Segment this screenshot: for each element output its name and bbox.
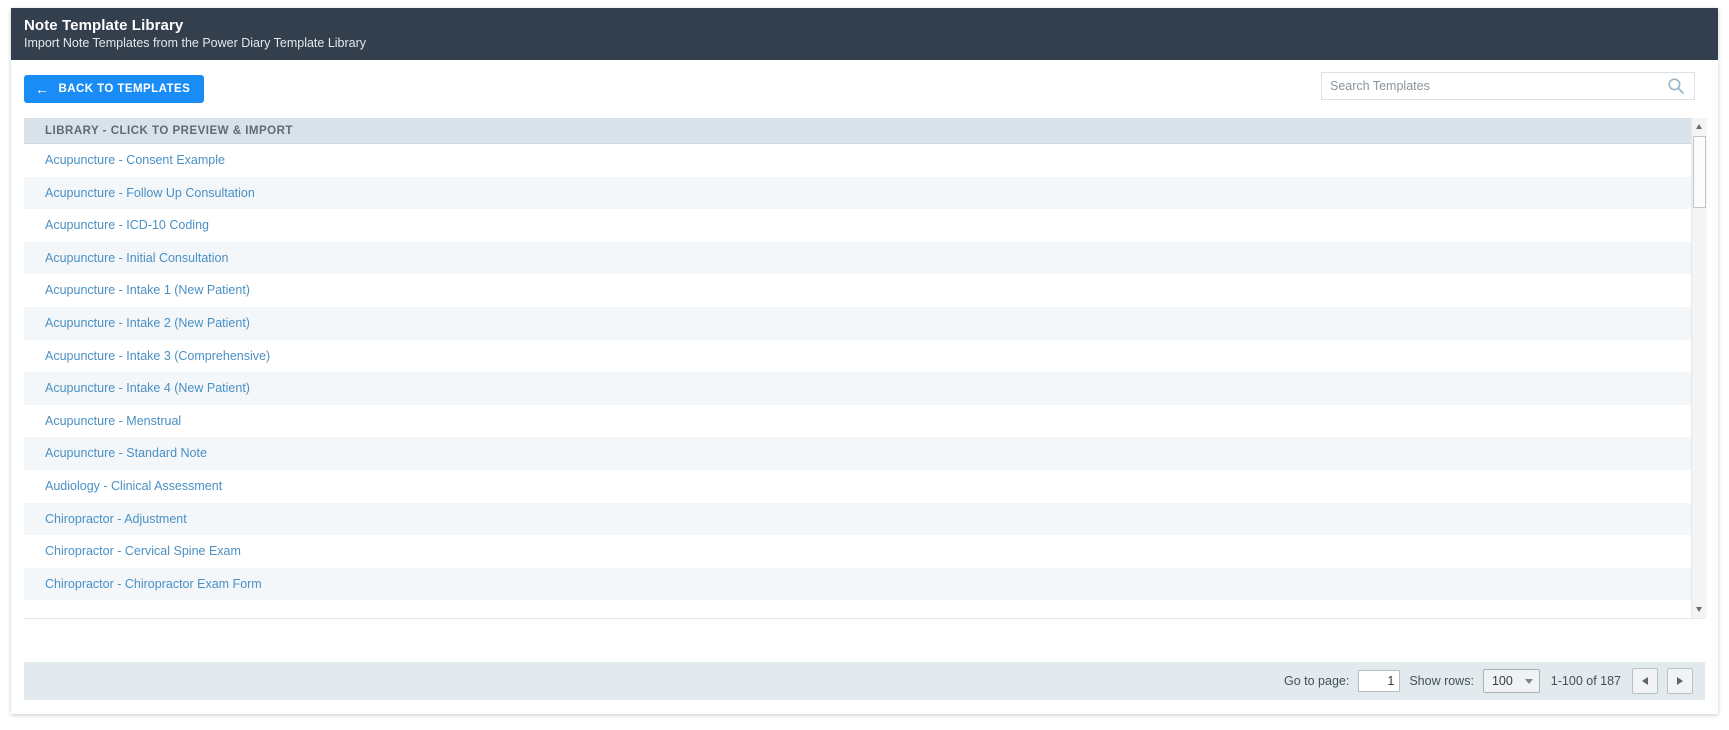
- template-row[interactable]: Audiology - Clinical Assessment: [24, 469, 1705, 503]
- show-rows-label: Show rows:: [1409, 674, 1474, 688]
- template-row[interactable]: Acupuncture - Standard Note: [24, 437, 1705, 470]
- arrow-left-icon: ←: [35, 81, 50, 97]
- vertical-scrollbar[interactable]: [1691, 118, 1707, 618]
- pagination-footer: Go to page: Show rows: 100 1-100 of 187: [24, 662, 1705, 700]
- template-row[interactable]: Acupuncture - Follow Up Consultation: [24, 176, 1705, 210]
- template-row-label: Chiropractor - Chiropractor Exam Form: [45, 576, 262, 591]
- search-input[interactable]: [1322, 73, 1662, 99]
- next-page-button[interactable]: [1667, 668, 1693, 694]
- previous-page-button[interactable]: [1632, 668, 1658, 694]
- template-row-label: Acupuncture - Follow Up Consultation: [45, 185, 255, 200]
- scroll-up-icon[interactable]: [1692, 119, 1707, 134]
- page-root: Note Template Library Import Note Templa…: [0, 0, 1729, 730]
- template-row-label: Acupuncture - Intake 1 (New Patient): [45, 283, 250, 298]
- template-row-label: Acupuncture - Intake 3 (Comprehensive): [45, 348, 271, 363]
- template-row[interactable]: Acupuncture - ICD-10 Coding: [24, 209, 1705, 242]
- triangle-down-icon: [1696, 607, 1702, 612]
- template-row-label: Audiology - Clinical Assessment: [45, 478, 223, 493]
- template-row[interactable]: Chiropractor - Chiropractor Exam Form: [24, 567, 1705, 601]
- rows-per-page-select[interactable]: 100: [1482, 669, 1540, 693]
- template-row[interactable]: Acupuncture - Consent Example: [24, 144, 1705, 177]
- template-list: Acupuncture - Consent Example Acupuncture…: [24, 144, 1705, 619]
- app-header: Note Template Library Import Note Templa…: [11, 8, 1718, 60]
- triangle-left-icon: [1642, 677, 1648, 685]
- goto-page-label: Go to page:: [1284, 674, 1350, 688]
- search-icon[interactable]: [1667, 77, 1685, 95]
- template-row[interactable]: Acupuncture - Intake 2 (New Patient): [24, 306, 1705, 340]
- template-row[interactable]: Chiropractor - Cervical Spine Exam: [24, 535, 1705, 568]
- template-row-label: Acupuncture - Menstrual: [45, 413, 182, 428]
- template-row[interactable]: Chiropractor - Adjustment: [24, 502, 1705, 536]
- search-box: [1321, 72, 1695, 100]
- scroll-down-icon[interactable]: [1692, 602, 1707, 617]
- triangle-right-icon: [1677, 677, 1683, 685]
- template-table: LIBRARY - CLICK TO PREVIEW & IMPORT Acup…: [24, 118, 1707, 619]
- template-row-label: Acupuncture - ICD-10 Coding: [45, 218, 209, 233]
- triangle-up-icon: [1696, 124, 1702, 129]
- template-row[interactable]: Acupuncture - Initial Consultation: [24, 241, 1705, 275]
- page-title: Note Template Library: [24, 17, 184, 34]
- table-header: LIBRARY - CLICK TO PREVIEW & IMPORT: [24, 118, 1705, 144]
- template-row-label: Chiropractor - Adjustment: [45, 511, 187, 526]
- template-row-label: Acupuncture - Initial Consultation: [45, 250, 229, 265]
- page-subtitle: Import Note Templates from the Power Dia…: [24, 36, 367, 50]
- page-number-input[interactable]: [1358, 670, 1401, 692]
- template-row-label: Chiropractor - Cervical Spine Exam: [45, 544, 241, 559]
- chevron-down-icon: [1524, 678, 1533, 684]
- template-library-card: Note Template Library Import Note Templa…: [11, 8, 1718, 714]
- record-range-text: 1-100 of 187: [1550, 674, 1621, 688]
- back-to-templates-label: BACK TO TEMPLATES: [58, 83, 191, 95]
- template-row-label: Acupuncture - Intake 4 (New Patient): [45, 381, 250, 396]
- template-row[interactable]: Acupuncture - Menstrual: [24, 404, 1705, 438]
- template-row[interactable]: Acupuncture - Intake 4 (New Patient): [24, 372, 1705, 405]
- template-row[interactable]: Acupuncture - Intake 3 (Comprehensive): [24, 339, 1705, 373]
- template-row-label: Acupuncture - Consent Example: [45, 153, 225, 167]
- template-row[interactable]: Acupuncture - Intake 1 (New Patient): [24, 274, 1705, 307]
- template-row-label: Acupuncture - Standard Note: [45, 446, 207, 461]
- rows-per-page-value: 100: [1491, 674, 1513, 688]
- back-to-templates-button[interactable]: ← BACK TO TEMPLATES: [24, 75, 205, 103]
- scrollbar-thumb[interactable]: [1693, 136, 1706, 208]
- toolbar: ← BACK TO TEMPLATES: [11, 60, 1718, 118]
- template-row-label: Acupuncture - Intake 2 (New Patient): [45, 315, 250, 330]
